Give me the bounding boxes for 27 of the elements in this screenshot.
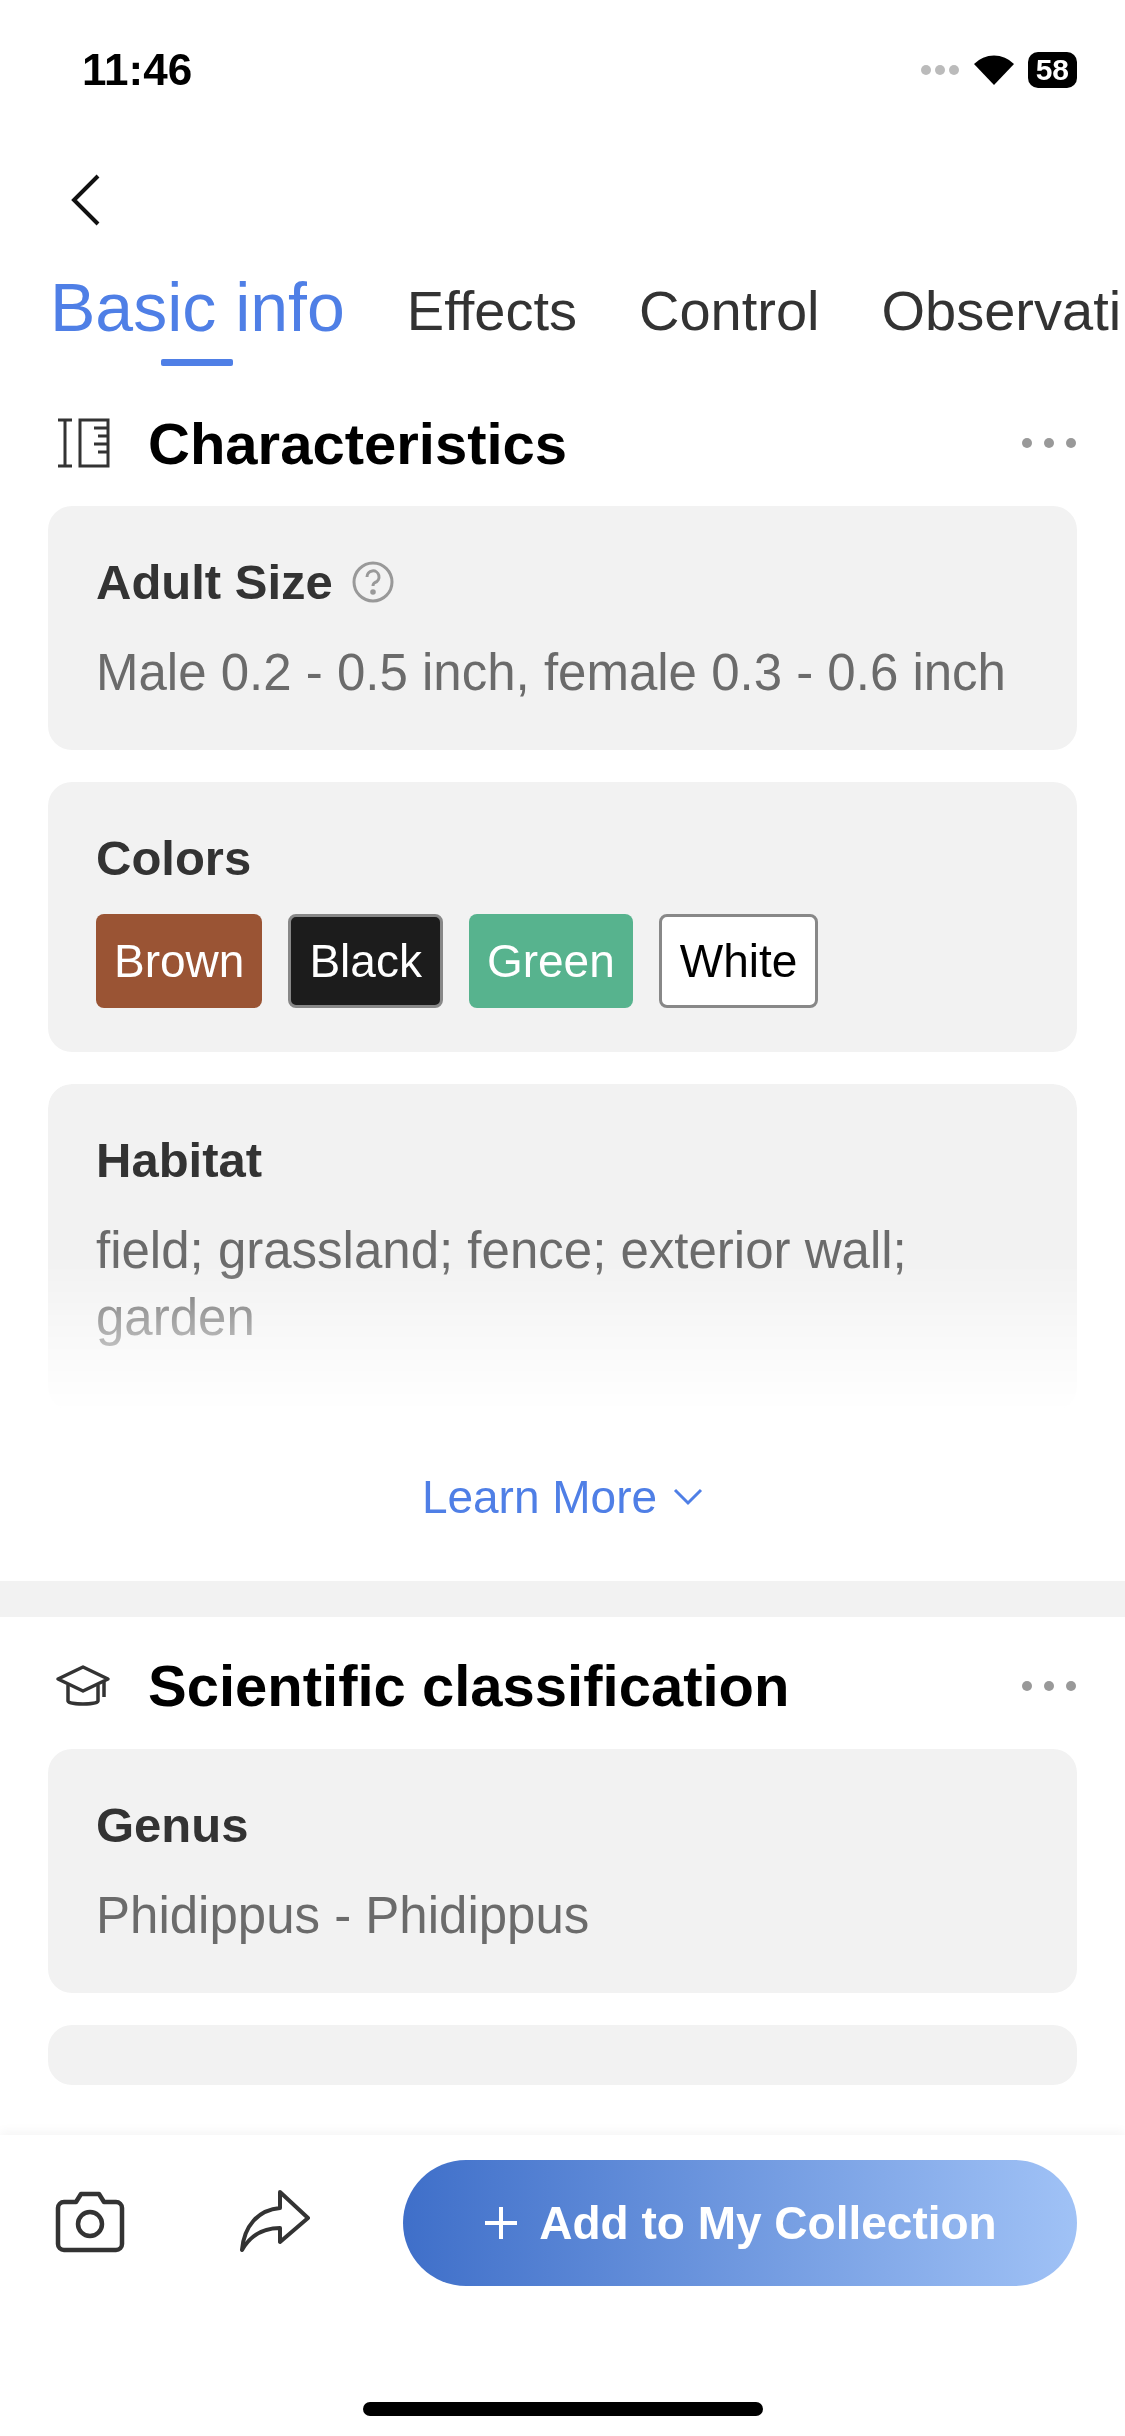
card-title: Genus [96,1796,249,1853]
color-tag: White [658,914,819,1009]
section-title: Characteristics [148,409,569,477]
color-tag: Black [288,914,443,1009]
tab[interactable]: Observati [881,268,1122,369]
tab[interactable]: Effects [406,268,577,369]
more-icon[interactable] [1021,1679,1077,1692]
learn-more-link[interactable]: Learn More [415,1468,710,1525]
card-title: Adult Size [96,554,333,610]
card-title: Habitat [96,1132,263,1189]
card-value: Male 0.2 - 0.5 inch, female 0.3 - 0.6 inch [96,643,1007,703]
more-icon[interactable] [1021,437,1077,449]
chevron-down-icon [673,1487,704,1506]
plus-icon [483,2205,520,2241]
color-tag: Brown [96,914,263,1009]
tab[interactable]: Basic info [50,268,345,372]
card-title: Colors [96,830,252,887]
section-title: Scientific classification [148,1652,791,1720]
signal-icon [919,64,960,76]
card-value: Phidippus - Phidippus [96,1885,591,1946]
color-tag: Green [468,914,633,1009]
tab[interactable]: Control [639,268,820,369]
status-time: 11:46 [82,45,193,95]
help-icon[interactable] [350,560,395,604]
wifi-icon [971,53,1016,87]
battery-indicator: 58 [1027,52,1077,88]
card-value: field; grassland; fence; exterior wall; garden [96,1221,908,1348]
